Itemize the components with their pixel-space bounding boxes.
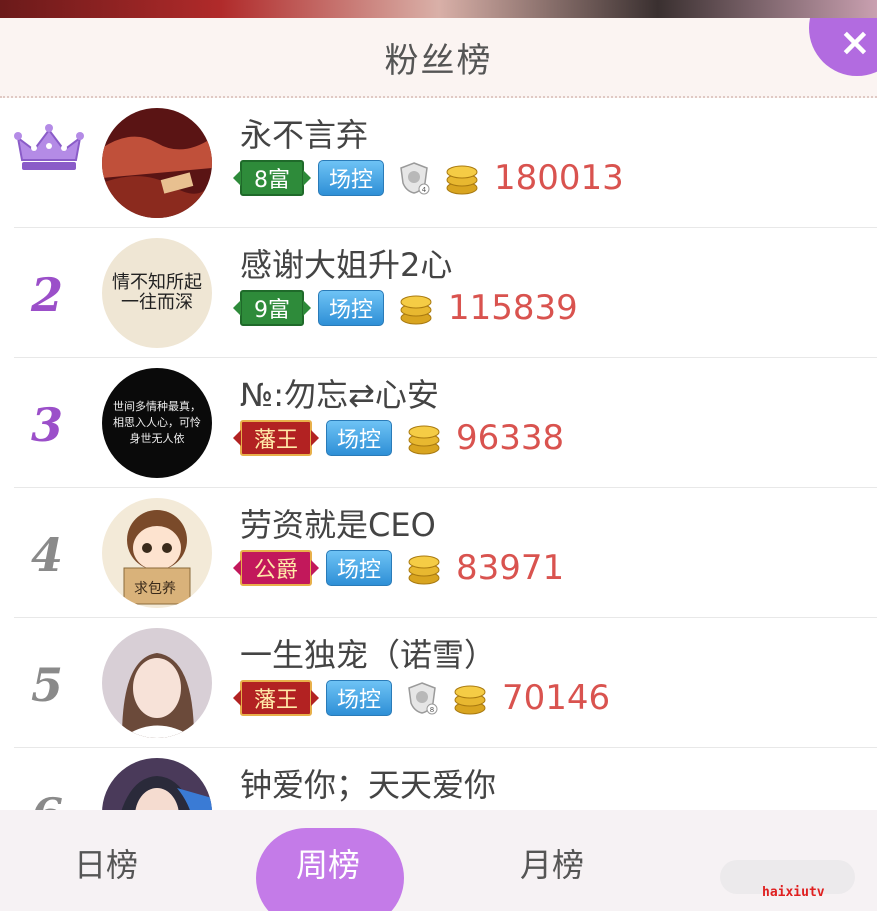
list-item[interactable]: 5 一生独宠（诺雪） 藩王 场控 8 70146 — [14, 618, 877, 748]
room-admin-badge: 场控 — [326, 550, 393, 586]
user-name: 劳资就是CEO — [240, 506, 436, 544]
rank-number: 2 — [30, 268, 63, 322]
shield-level: 8 — [430, 706, 434, 714]
close-icon: × — [839, 20, 871, 64]
contribution-amount: 70146 — [502, 678, 611, 718]
fan-ranking-panel: 粉丝榜 永不言弃 8富 场控 4 180013 2 情不知所起 一往而深 感谢大… — [0, 18, 877, 911]
contribution-amount: 115839 — [448, 288, 578, 328]
avatar[interactable] — [102, 628, 212, 738]
user-name: №:勿忘⇄心安 — [240, 376, 439, 414]
noble-rank-badge: 藩王 — [232, 420, 320, 456]
avatar-caption: 求包养 — [134, 581, 176, 597]
avatar[interactable]: 求包养 — [102, 498, 212, 608]
rank-number: 4 — [30, 528, 63, 582]
user-name: 一生独宠（诺雪） — [240, 636, 497, 674]
guard-shield-icon: 4 — [400, 162, 430, 195]
avatar-poem: 世间多情种最真，相思入人心，可怜身世无人依 — [113, 400, 201, 445]
noble-rank-badge: 公爵 — [232, 550, 320, 586]
coin-icon — [400, 295, 432, 325]
page-title: 粉丝榜 — [384, 40, 493, 81]
watermark-text: haixiutv — [762, 885, 825, 900]
crown-icon — [14, 124, 84, 170]
list-item[interactable]: 4 求包养 劳资就是CEO 公爵 场控 83971 — [14, 488, 877, 618]
contribution-amount: 96338 — [456, 418, 565, 458]
coin-icon — [454, 685, 486, 715]
ranking-period-tabs: 日榜 周榜 月榜 haixiutv — [0, 810, 877, 911]
avatar[interactable]: 情不知所起 一往而深 — [102, 238, 212, 348]
room-admin-badge: 场控 — [326, 680, 393, 716]
list-item[interactable]: 2 情不知所起 一往而深 感谢大姐升2心 9富 场控 115839 — [14, 228, 877, 358]
shield-level: 4 — [422, 186, 427, 194]
rank-number: 3 — [30, 398, 63, 452]
contribution-amount: 83971 — [456, 548, 565, 588]
tab-monthly[interactable]: 月榜 — [520, 840, 584, 886]
list-item[interactable]: 3 世间多情种最真，相思入人心，可怜身世无人依 №:勿忘⇄心安 藩王 场控 96… — [14, 358, 877, 488]
room-admin-badge: 场控 — [318, 290, 385, 326]
user-name: 永不言弃 — [240, 116, 369, 154]
avatar[interactable] — [102, 108, 212, 218]
user-name: 钟爱你；天天爱你 — [240, 766, 497, 804]
user-name: 感谢大姐升2心 — [240, 246, 453, 284]
room-admin-badge: 场控 — [318, 160, 385, 196]
coin-icon — [408, 555, 440, 585]
panel-header: 粉丝榜 — [0, 18, 877, 98]
room-admin-badge: 场控 — [326, 420, 393, 456]
wealth-level-badge: 8富 — [233, 160, 311, 196]
rank-number: 5 — [30, 658, 63, 712]
noble-rank-badge: 藩王 — [232, 680, 320, 716]
tab-daily[interactable]: 日榜 — [74, 840, 138, 886]
ranking-list: 永不言弃 8富 场控 4 180013 2 情不知所起 一往而深 感谢大姐升2心… — [0, 98, 877, 878]
contribution-amount: 180013 — [494, 158, 624, 198]
wealth-level-badge: 9富 — [233, 290, 311, 326]
coin-icon — [446, 165, 478, 195]
guard-shield-icon: 8 — [408, 682, 438, 715]
avatar-calligraphy: 情不知所起 一往而深 — [112, 272, 202, 313]
coin-icon — [408, 425, 440, 455]
list-item[interactable]: 永不言弃 8富 场控 4 180013 — [14, 98, 877, 228]
tab-weekly[interactable]: 周榜 — [296, 840, 360, 886]
background-video-strip — [0, 0, 877, 18]
avatar[interactable]: 世间多情种最真，相思入人心，可怜身世无人依 — [102, 368, 212, 478]
